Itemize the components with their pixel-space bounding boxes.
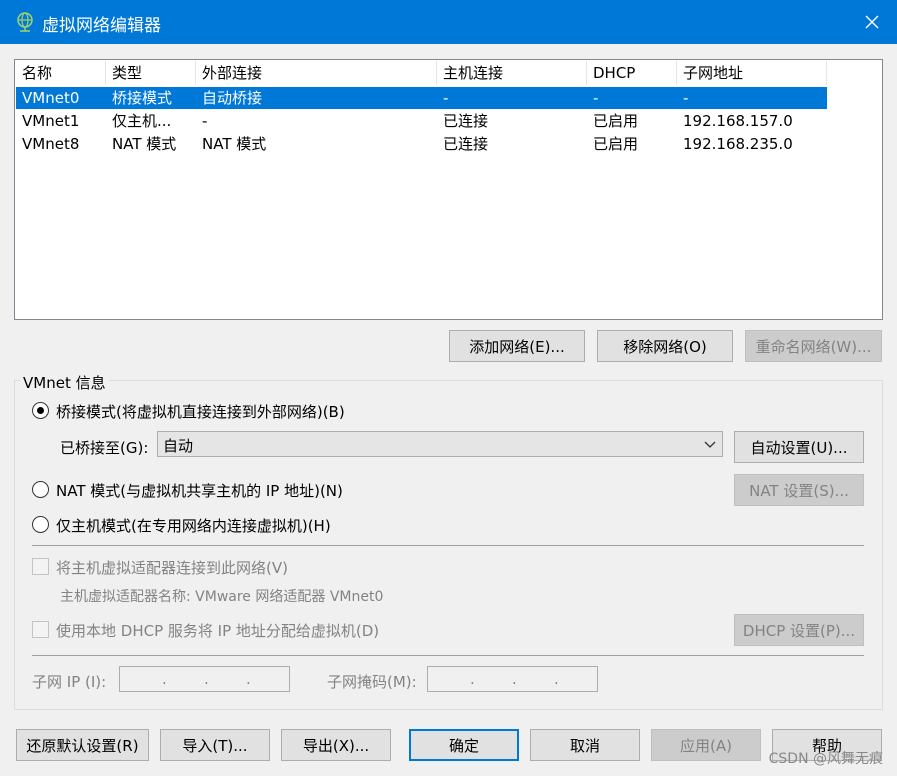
column-header[interactable]: 子网地址 bbox=[677, 61, 827, 85]
table-cell: 已连接 bbox=[443, 135, 489, 153]
remove-network-button[interactable]: 移除网络(O) bbox=[597, 330, 733, 362]
window-title: 虚拟网络编辑器 bbox=[42, 16, 161, 36]
subnet-mask-label: 子网掩码(M): bbox=[327, 673, 417, 691]
table-cell: VMnet1 bbox=[22, 112, 80, 130]
bridged-to-select[interactable]: 自动 bbox=[157, 431, 723, 457]
table-row[interactable]: VMnet8 NAT 模式 NAT 模式 已连接 已启用 192.168.235… bbox=[16, 133, 827, 155]
adapter-name-label: 主机虚拟适配器名称: VMware 网络适配器 VMnet0 bbox=[60, 589, 384, 605]
table-cell: VMnet0 bbox=[22, 89, 80, 107]
dhcp-label[interactable]: 使用本地 DHCP 服务将 IP 地址分配给虚拟机(D) bbox=[56, 620, 379, 641]
connect-adapter-label[interactable]: 将主机虚拟适配器连接到此网络(V) bbox=[56, 557, 288, 578]
table-cell: 192.168.157.0 bbox=[683, 112, 793, 130]
table-row[interactable]: VMnet1 仅主机... - 已连接 已启用 192.168.157.0 bbox=[16, 110, 827, 132]
table-cell: 仅主机... bbox=[112, 112, 172, 130]
table-cell: 桥接模式 bbox=[112, 89, 173, 107]
close-button[interactable] bbox=[847, 0, 897, 44]
table-cell: 已连接 bbox=[443, 112, 489, 130]
table-cell: - bbox=[683, 89, 689, 107]
table-cell: - bbox=[443, 89, 449, 107]
export-button[interactable]: 导出(X)... bbox=[281, 729, 391, 761]
restore-defaults-button[interactable]: 还原默认设置(R) bbox=[16, 729, 149, 761]
column-header[interactable]: 类型 bbox=[106, 61, 196, 85]
hostonly-radio[interactable] bbox=[32, 516, 49, 533]
subnet-mask-field[interactable]: . . . bbox=[427, 666, 598, 692]
auto-settings-button[interactable]: 自动设置(U)... bbox=[734, 431, 864, 463]
table-cell: 已启用 bbox=[593, 135, 639, 153]
watermark: CSDN @风舞无痕 bbox=[768, 751, 883, 767]
column-header[interactable]: 外部连接 bbox=[196, 61, 437, 85]
dhcp-checkbox[interactable] bbox=[32, 621, 49, 638]
bridged-to-label: 已桥接至(G): bbox=[60, 439, 149, 457]
chevron-down-icon bbox=[704, 441, 716, 448]
import-button[interactable]: 导入(T)... bbox=[160, 729, 270, 761]
bridged-radio[interactable] bbox=[32, 402, 49, 419]
nat-radio[interactable] bbox=[32, 481, 49, 498]
nat-label[interactable]: NAT 模式(与虚拟机共享主机的 IP 地址)(N) bbox=[56, 480, 343, 501]
table-cell: - bbox=[202, 112, 208, 130]
column-header[interactable]: 主机连接 bbox=[437, 61, 587, 85]
column-header[interactable]: DHCP bbox=[587, 61, 677, 85]
apply-button[interactable]: 应用(A) bbox=[651, 729, 761, 761]
subnet-ip-label: 子网 IP (I): bbox=[32, 673, 107, 691]
table-cell: NAT 模式 bbox=[202, 135, 267, 153]
table-cell: 已启用 bbox=[593, 112, 639, 130]
table-cell: NAT 模式 bbox=[112, 135, 177, 153]
dhcp-settings-button[interactable]: DHCP 设置(P)... bbox=[734, 614, 864, 646]
table-cell: - bbox=[593, 89, 599, 107]
divider bbox=[32, 655, 864, 656]
hostonly-label[interactable]: 仅主机模式(在专用网络内连接虚拟机)(H) bbox=[56, 515, 331, 536]
vmnet-info-label: VMnet 信息 bbox=[20, 372, 109, 393]
divider bbox=[32, 545, 864, 546]
table-cell: 自动桥接 bbox=[202, 89, 263, 107]
table-row[interactable]: VMnet0 桥接模式 自动桥接 - - - bbox=[16, 87, 827, 109]
close-icon bbox=[865, 15, 879, 29]
add-network-button[interactable]: 添加网络(E)... bbox=[449, 330, 585, 362]
network-globe-icon bbox=[17, 12, 33, 32]
bridged-label[interactable]: 桥接模式(将虚拟机直接连接到外部网络)(B) bbox=[56, 401, 345, 422]
column-header[interactable]: 名称 bbox=[16, 61, 106, 85]
ok-button[interactable]: 确定 bbox=[409, 729, 519, 761]
table-cell: VMnet8 bbox=[22, 135, 80, 153]
table-cell: 192.168.235.0 bbox=[683, 135, 793, 153]
subnet-ip-field[interactable]: . . . bbox=[119, 666, 290, 692]
title-bar: 虚拟网络编辑器 bbox=[0, 0, 897, 44]
bridged-to-value: 自动 bbox=[163, 437, 194, 455]
cancel-button[interactable]: 取消 bbox=[530, 729, 640, 761]
list-header: 名称 类型 外部连接 主机连接 DHCP 子网地址 bbox=[16, 61, 827, 85]
rename-network-button[interactable]: 重命名网络(W)... bbox=[745, 330, 882, 362]
connect-adapter-checkbox[interactable] bbox=[32, 558, 49, 575]
nat-settings-button[interactable]: NAT 设置(S)... bbox=[734, 474, 864, 506]
network-list[interactable]: 名称 类型 外部连接 主机连接 DHCP 子网地址 VMnet0 桥接模式 自动… bbox=[14, 59, 883, 320]
